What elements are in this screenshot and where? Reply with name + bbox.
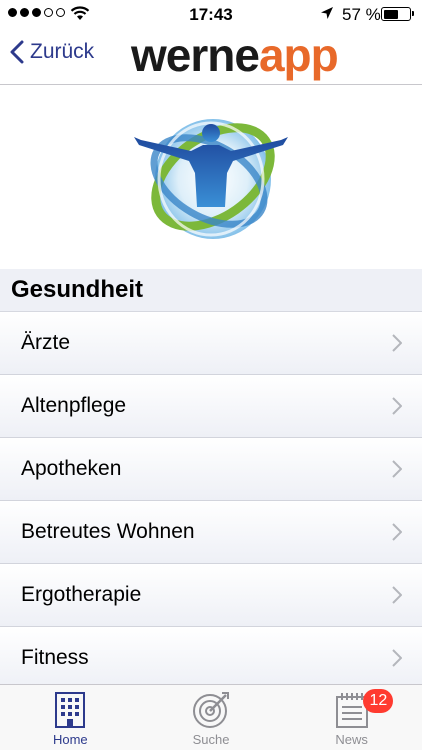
navigation-bar: Zurück werneapp <box>0 26 422 85</box>
app-logo: werneapp <box>131 29 339 81</box>
logo-text-app: app <box>258 29 339 81</box>
chevron-right-icon <box>392 334 402 352</box>
tab-news-label: News <box>335 732 368 747</box>
chevron-right-icon <box>392 649 402 667</box>
tab-home[interactable]: Home <box>0 685 141 750</box>
list-item-label: Betreutes Wohnen <box>21 520 195 543</box>
tab-bar: Home Suche News 12 <box>0 684 422 750</box>
list-item-apotheken[interactable]: Apotheken <box>0 438 422 501</box>
chevron-right-icon <box>392 460 402 478</box>
chevron-left-icon <box>10 40 24 64</box>
category-banner <box>0 85 422 269</box>
health-person-icon <box>134 119 288 239</box>
list-item-label: Ärzte <box>21 331 71 354</box>
list-item-label: Fitness <box>21 646 89 669</box>
tab-search-label: Suche <box>192 732 230 747</box>
list-item-fitness[interactable]: Fitness <box>0 627 422 690</box>
list-item-label: Altenpflege <box>21 394 127 417</box>
battery-icon <box>381 7 414 21</box>
tab-home-label: Home <box>52 732 88 747</box>
tab-search[interactable]: Suche <box>141 685 282 750</box>
logo-text-werne: werne <box>131 29 260 81</box>
list-item-ergotherapie[interactable]: Ergotherapie <box>0 564 422 627</box>
list-item-aerzte[interactable]: Ärzte <box>0 312 422 375</box>
section-header: Gesundheit <box>0 269 422 312</box>
battery-percent: 57 % <box>342 5 381 24</box>
category-list: Ärzte Altenpflege Apotheken Betreutes Wo… <box>0 312 422 690</box>
building-icon <box>55 692 86 728</box>
back-button[interactable]: Zurück <box>10 40 94 64</box>
status-bar: 17:43 57 % <box>0 0 422 26</box>
list-item-label: Ergotherapie <box>21 583 142 606</box>
chevron-right-icon <box>392 397 402 415</box>
tab-news[interactable]: News 12 <box>281 685 422 750</box>
battery-fill <box>383 9 398 19</box>
list-item-betreutes-wohnen[interactable]: Betreutes Wohnen <box>0 501 422 564</box>
list-item-altenpflege[interactable]: Altenpflege <box>0 375 422 438</box>
location-arrow-icon <box>321 7 333 19</box>
radar-icon <box>193 692 229 728</box>
chevron-right-icon <box>392 586 402 604</box>
list-item-label: Apotheken <box>21 457 122 480</box>
back-button-label: Zurück <box>30 40 95 63</box>
chevron-right-icon <box>392 523 402 541</box>
notification-badge: 12 <box>363 689 394 713</box>
